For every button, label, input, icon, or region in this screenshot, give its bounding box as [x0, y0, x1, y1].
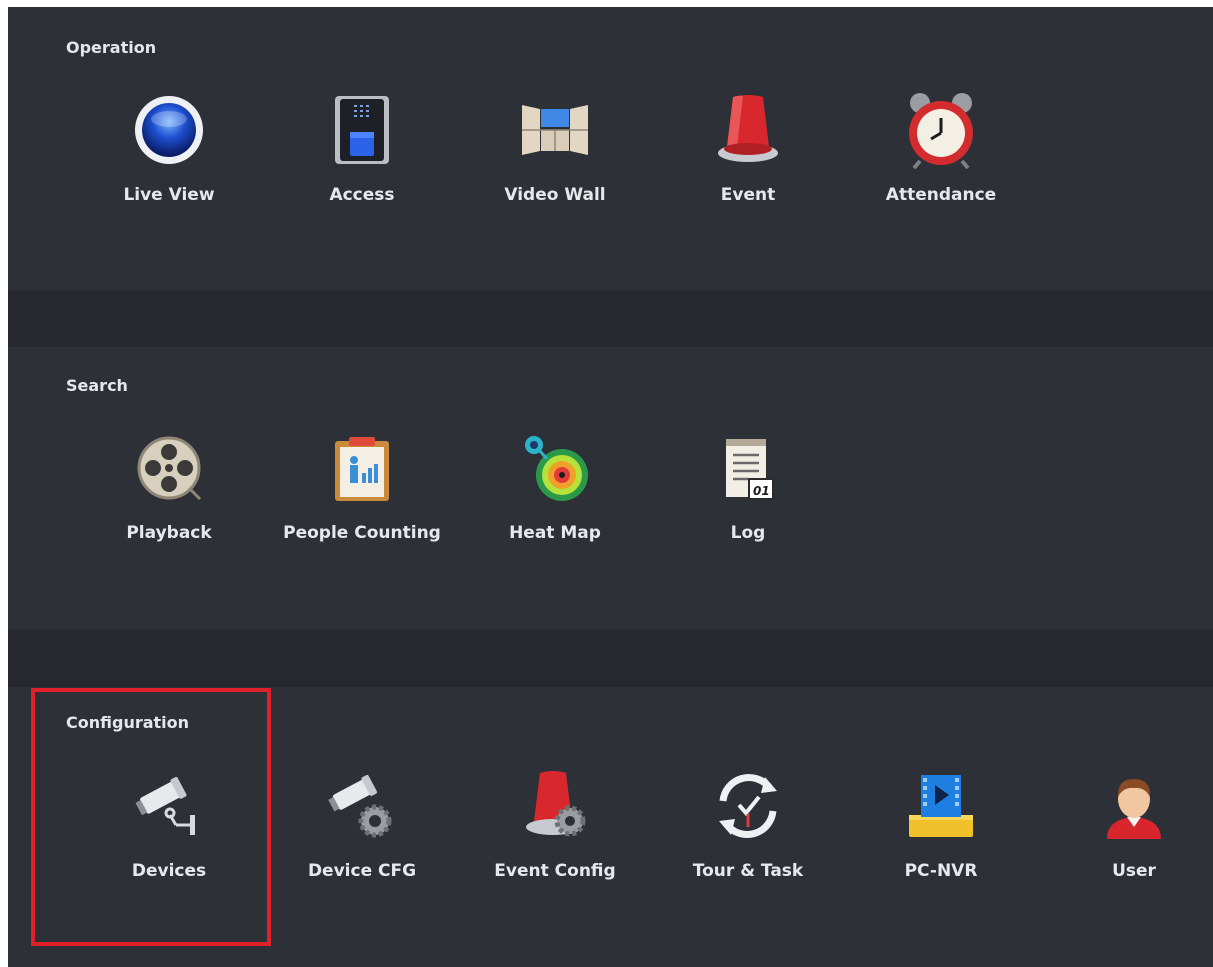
- tile-label: User: [1112, 861, 1156, 881]
- tile-label: PC-NVR: [904, 861, 978, 881]
- tile-label: Device CFG: [307, 861, 417, 881]
- event-config-tile[interactable]: Event Config: [460, 771, 650, 911]
- tile-label: Video Wall: [504, 185, 606, 205]
- access-control-icon: [327, 95, 397, 165]
- tile-label: Event Config: [494, 861, 616, 881]
- tile-label: Event: [720, 185, 776, 205]
- user-avatar-icon: [1099, 771, 1169, 841]
- heat-map-tile[interactable]: Heat Map: [460, 433, 650, 573]
- tile-label: Access: [329, 185, 395, 205]
- alarm-light-icon: [713, 95, 783, 165]
- film-reel-icon: [134, 433, 204, 503]
- tile-label: Live View: [123, 185, 215, 205]
- alarm-gear-icon: [520, 771, 590, 841]
- configuration-section: Configuration Devices Device CFG Event C…: [8, 687, 1213, 967]
- alarm-clock-icon: [906, 93, 976, 169]
- svg-text:01: 01: [753, 484, 770, 498]
- attendance-tile[interactable]: Attendance: [846, 93, 1036, 235]
- tile-label: Attendance: [885, 185, 997, 205]
- section-title: Search: [66, 376, 128, 395]
- pc-nvr-icon: [906, 771, 976, 841]
- section-title: Configuration: [66, 713, 190, 732]
- device-cfg-tile[interactable]: Device CFG: [267, 771, 457, 911]
- camera-gear-icon: [327, 771, 397, 841]
- people-counting-icon: [327, 433, 397, 503]
- clock-cycle-icon: [713, 771, 783, 841]
- search-section: Search Playback People Counting Heat Map…: [8, 347, 1213, 630]
- log-notepad-icon: 01: [713, 433, 783, 503]
- video-wall-tile[interactable]: Video Wall: [460, 95, 650, 235]
- tile-label: Tour & Task: [692, 861, 804, 881]
- operation-section: Operation Live View Access Video Wall Ev…: [8, 7, 1213, 290]
- camera-icon: [134, 771, 204, 841]
- heat-map-icon: [520, 433, 590, 503]
- live-view-tile[interactable]: Live View: [74, 95, 264, 235]
- tile-label: Devices: [131, 861, 207, 881]
- tile-label: People Counting: [283, 523, 441, 543]
- tile-label: Log: [730, 523, 766, 543]
- playback-tile[interactable]: Playback: [74, 433, 264, 573]
- tile-label: Playback: [126, 523, 212, 543]
- section-divider: [8, 630, 1213, 687]
- access-tile[interactable]: Access: [267, 95, 457, 235]
- live-view-icon: [134, 95, 204, 165]
- video-wall-icon: [520, 95, 590, 165]
- pc-nvr-tile[interactable]: PC-NVR: [846, 771, 1036, 911]
- main-menu: Operation Live View Access Video Wall Ev…: [8, 7, 1213, 967]
- tour-task-tile[interactable]: Tour & Task: [653, 771, 843, 911]
- user-tile[interactable]: User: [1039, 771, 1213, 911]
- event-tile[interactable]: Event: [653, 95, 843, 235]
- people-counting-tile[interactable]: People Counting: [267, 433, 457, 573]
- log-tile[interactable]: 01 Log: [653, 433, 843, 573]
- section-divider: [8, 290, 1213, 347]
- section-title: Operation: [66, 38, 157, 57]
- tile-label: Heat Map: [509, 523, 601, 543]
- devices-tile[interactable]: Devices: [74, 771, 264, 911]
